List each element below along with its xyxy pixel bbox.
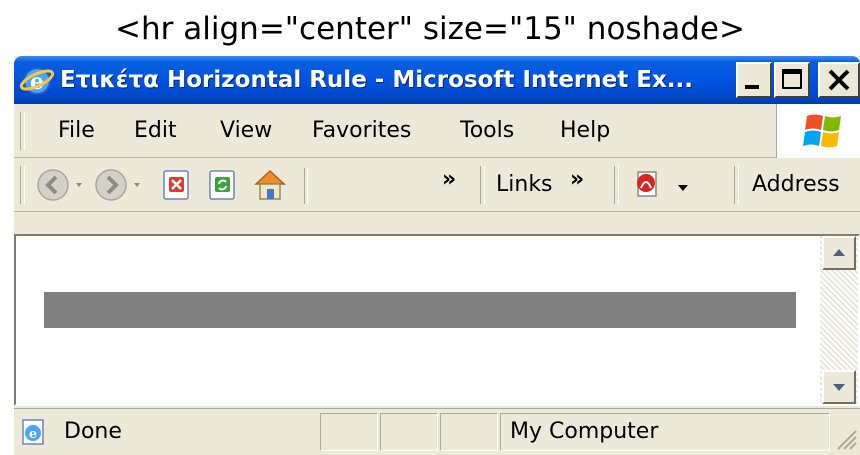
menu-help[interactable]: Help	[560, 104, 610, 158]
back-button[interactable]	[36, 167, 102, 208]
maximize-icon	[782, 69, 802, 89]
home-icon	[254, 169, 286, 200]
scroll-down-button[interactable]	[822, 370, 856, 404]
status-text: Done	[64, 419, 122, 444]
status-bar: e Done My Computer	[14, 408, 860, 455]
close-icon	[828, 69, 850, 91]
windows-flag-icon	[803, 114, 841, 148]
home-button[interactable]	[250, 166, 290, 209]
menu-grip[interactable]	[20, 112, 25, 150]
toolbar-separator	[304, 168, 308, 204]
refresh-button[interactable]	[206, 168, 240, 207]
address-label: Address	[752, 172, 840, 197]
internet-explorer-icon: e	[19, 67, 55, 95]
acrobat-pdf-icon	[637, 171, 657, 197]
maximize-button[interactable]	[774, 62, 810, 98]
toolbar-overflow-chevron[interactable]: »	[442, 158, 456, 202]
svg-text:e: e	[29, 427, 37, 442]
resize-grip-icon[interactable]	[834, 427, 858, 453]
page-content	[16, 236, 820, 404]
menu-file[interactable]: File	[58, 104, 95, 158]
menu-tools[interactable]: Tools	[460, 104, 514, 158]
arrow-up-icon	[833, 249, 845, 256]
windows-logo	[776, 104, 860, 158]
menu-view[interactable]: View	[220, 104, 272, 158]
forward-icon	[95, 169, 140, 201]
toolbar-grip[interactable]	[20, 166, 25, 204]
links-label[interactable]: Links	[496, 158, 553, 212]
pdf-dropdown-arrow[interactable]	[676, 180, 690, 198]
links-grip[interactable]	[480, 166, 485, 204]
menu-bar: File Edit View Favorites Tools Help	[14, 104, 860, 158]
vertical-scrollbar[interactable]	[820, 236, 858, 404]
links-overflow-chevron[interactable]: »	[570, 158, 584, 202]
page-viewport	[14, 234, 860, 406]
page-done-icon: e	[22, 419, 44, 445]
menu-edit[interactable]: Edit	[134, 104, 177, 158]
horizontal-rule	[44, 292, 796, 328]
stop-button[interactable]	[160, 168, 194, 207]
address-grip[interactable]	[734, 166, 739, 204]
status-panel	[320, 413, 378, 451]
close-button[interactable]	[818, 62, 860, 98]
status-panel	[380, 413, 438, 451]
security-zone-text: My Computer	[510, 419, 659, 444]
toolbar-gap	[14, 212, 860, 234]
window-title: Ετικέτα Horizontal Rule - Microsoft Inte…	[60, 67, 694, 93]
standard-toolbar: » Links » Address	[14, 158, 860, 212]
minimize-button[interactable]	[736, 62, 772, 98]
code-caption: <hr align="center" size="15" noshade>	[115, 11, 745, 47]
chevron-down-icon	[678, 185, 688, 191]
menu-favorites[interactable]: Favorites	[312, 104, 411, 158]
minimize-icon	[745, 85, 759, 89]
arrow-down-icon	[833, 384, 845, 391]
status-panel	[440, 413, 498, 451]
pdf-button[interactable]	[632, 168, 666, 207]
refresh-icon	[209, 170, 235, 200]
pdf-toolbar-grip[interactable]	[614, 166, 619, 204]
forward-button[interactable]	[94, 167, 160, 208]
scroll-up-button[interactable]	[822, 236, 856, 270]
browser-window: e Ετικέτα Horizontal Rule - Microsoft In…	[14, 56, 860, 455]
stop-icon	[163, 170, 189, 200]
title-bar[interactable]: e Ετικέτα Horizontal Rule - Microsoft In…	[14, 56, 860, 104]
back-icon	[37, 169, 82, 201]
